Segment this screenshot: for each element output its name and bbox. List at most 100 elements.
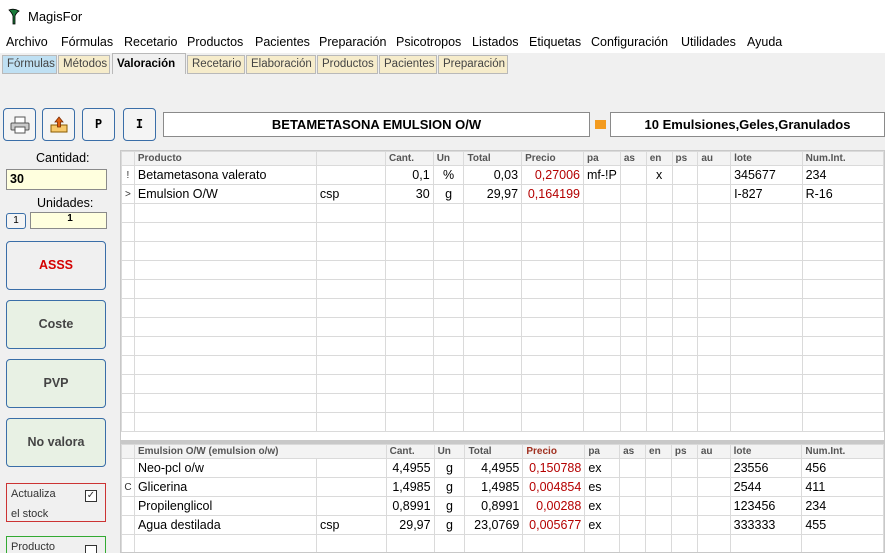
cell-pa[interactable]	[583, 317, 621, 337]
cell-un[interactable]	[432, 317, 465, 337]
cell-pa[interactable]	[583, 336, 621, 356]
menu-formulas[interactable]: Fórmulas	[61, 35, 113, 49]
product-grid[interactable]: Producto Cant. Un Total Precio pa as en …	[120, 150, 885, 441]
cell-numint[interactable]	[801, 355, 884, 375]
cell-precio[interactable]	[521, 374, 584, 394]
cell-un[interactable]	[432, 336, 465, 356]
cell-as[interactable]	[619, 165, 647, 185]
cell-indicator[interactable]	[121, 241, 135, 261]
tab-metodos[interactable]: Métodos	[58, 55, 110, 74]
cell-un[interactable]: %	[432, 165, 465, 185]
cell-indicator[interactable]: C	[121, 477, 135, 497]
cell-cant[interactable]	[385, 298, 434, 318]
menu-productos[interactable]: Productos	[187, 35, 243, 49]
table-row[interactable]	[121, 534, 884, 552]
cell-lote[interactable]	[730, 336, 803, 356]
cell-lote[interactable]	[730, 412, 803, 432]
cell-un[interactable]: g	[433, 496, 466, 516]
menu-recetario[interactable]: Recetario	[124, 35, 178, 49]
cell-numint[interactable]	[801, 336, 884, 356]
menu-listados[interactable]: Listados	[472, 35, 519, 49]
cell-total[interactable]	[463, 355, 523, 375]
cell-ps[interactable]	[671, 374, 699, 394]
cell-extra[interactable]	[315, 336, 387, 356]
tab-formulas[interactable]: Fórmulas	[2, 55, 57, 74]
cell-as[interactable]	[619, 241, 647, 261]
cell-cant[interactable]	[385, 222, 434, 242]
cell-producto[interactable]	[133, 412, 317, 432]
cell-indicator[interactable]	[121, 458, 135, 478]
cell-au[interactable]	[697, 412, 732, 432]
cell-producto[interactable]	[133, 534, 318, 552]
cell-indicator[interactable]	[121, 374, 135, 394]
cell-extra[interactable]	[316, 534, 387, 552]
cell-indicator[interactable]	[121, 298, 135, 318]
cell-extra[interactable]	[315, 412, 387, 432]
cell-un[interactable]	[433, 534, 466, 552]
cell-numint[interactable]	[801, 298, 884, 318]
cell-au[interactable]	[697, 355, 732, 375]
cell-au[interactable]	[697, 165, 732, 185]
cell-total[interactable]	[463, 279, 523, 299]
cell-indicator[interactable]	[121, 260, 135, 280]
cell-total[interactable]: 1,4985	[464, 477, 524, 497]
cell-au[interactable]	[696, 458, 731, 478]
cell-lote[interactable]: 23556	[729, 458, 803, 478]
cell-as[interactable]	[619, 496, 647, 516]
cell-pa[interactable]	[583, 260, 621, 280]
cell-au[interactable]	[697, 203, 732, 223]
cell-cant[interactable]	[385, 260, 434, 280]
cell-numint[interactable]	[801, 412, 884, 432]
cell-en[interactable]	[645, 317, 673, 337]
cell-ps[interactable]	[670, 515, 698, 535]
cell-numint[interactable]	[801, 534, 884, 552]
cell-precio[interactable]	[521, 279, 584, 299]
cell-cant[interactable]: 4,4955	[385, 458, 435, 478]
cell-au[interactable]	[696, 534, 731, 552]
cell-extra[interactable]	[315, 165, 387, 185]
tab-elaboracion[interactable]: Elaboración	[246, 55, 316, 74]
cell-numint[interactable]	[801, 279, 884, 299]
cell-ps[interactable]	[671, 241, 699, 261]
cell-un[interactable]	[432, 222, 465, 242]
cell-extra[interactable]	[315, 374, 387, 394]
cell-as[interactable]	[619, 355, 647, 375]
cell-cant[interactable]	[385, 317, 434, 337]
cell-as[interactable]	[619, 374, 647, 394]
cell-extra[interactable]: csp	[315, 184, 387, 204]
cell-indicator[interactable]	[121, 496, 135, 516]
cell-cant[interactable]	[385, 203, 434, 223]
cell-au[interactable]	[697, 260, 732, 280]
cell-as[interactable]	[619, 298, 647, 318]
cell-extra[interactable]	[315, 260, 387, 280]
tab-productos[interactable]: Productos	[317, 55, 378, 74]
cell-pa[interactable]	[583, 203, 621, 223]
cell-pa[interactable]: mf-!P	[583, 165, 621, 185]
cell-lote[interactable]	[730, 317, 803, 337]
p-button[interactable]: P	[82, 108, 115, 141]
cell-indicator[interactable]	[121, 412, 135, 432]
producto-checkbox[interactable]: Producto	[6, 536, 106, 553]
print-button[interactable]	[3, 108, 36, 141]
cell-pa[interactable]: ex	[584, 458, 621, 478]
cell-ps[interactable]	[671, 203, 699, 223]
cell-producto[interactable]	[133, 374, 317, 394]
table-row[interactable]: C Glicerina 1,4985 g 1,4985 0,004854 es 2544 411	[121, 477, 884, 497]
cell-un[interactable]: g	[433, 458, 466, 478]
cell-un[interactable]	[432, 279, 465, 299]
menu-pacientes[interactable]: Pacientes	[255, 35, 310, 49]
cell-precio[interactable]: 0,005677	[522, 515, 586, 535]
cell-producto[interactable]	[133, 317, 317, 337]
cell-lote[interactable]: 2544	[729, 477, 803, 497]
export-button[interactable]	[42, 108, 75, 141]
cell-total[interactable]	[463, 298, 523, 318]
cell-en[interactable]	[645, 355, 673, 375]
cell-numint[interactable]	[801, 393, 884, 413]
tab-recetario[interactable]: Recetario	[187, 55, 245, 74]
cell-lote[interactable]: 333333	[729, 515, 803, 535]
cell-total[interactable]: 0,03	[463, 165, 523, 185]
cell-total[interactable]	[463, 222, 523, 242]
cell-pa[interactable]	[584, 534, 621, 552]
cell-producto[interactable]	[133, 241, 317, 261]
cell-numint[interactable]: 411	[801, 477, 884, 497]
